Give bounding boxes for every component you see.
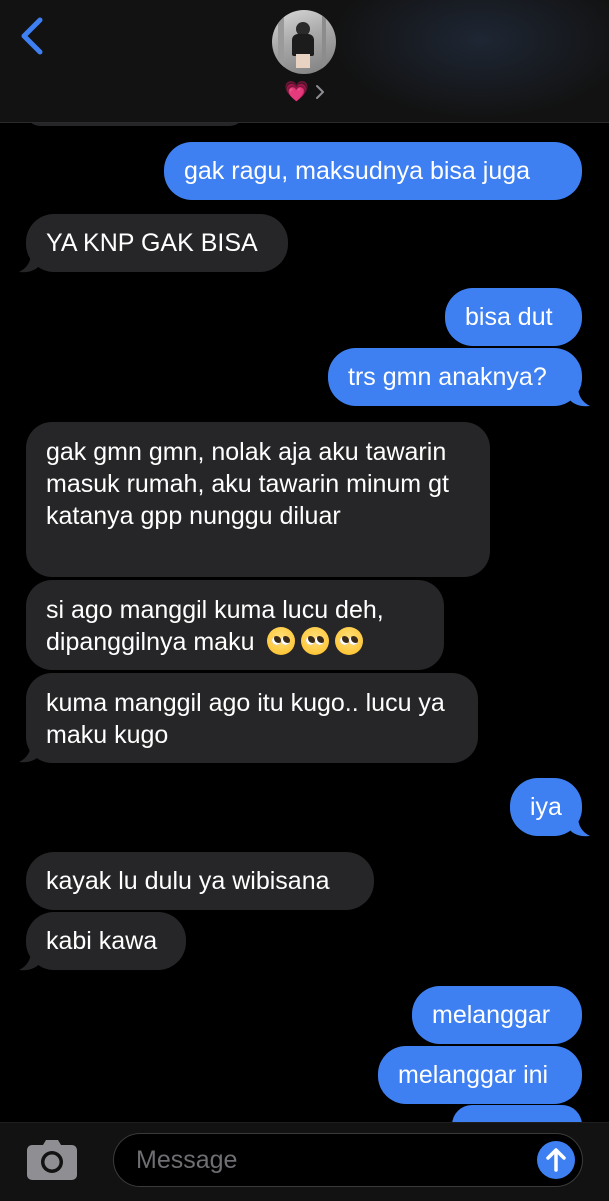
conversation-header: 💗 — [0, 0, 609, 123]
message-bubble-incoming[interactable]: YA KNP GAK BISA — [26, 214, 288, 272]
chevron-left-icon — [21, 17, 43, 55]
camera-icon — [27, 1140, 77, 1180]
message-bubble-outgoing[interactable]: melanggar ini — [378, 1046, 582, 1104]
arrow-up-icon — [546, 1148, 566, 1172]
message-field[interactable] — [113, 1133, 583, 1187]
bubble-tail — [19, 742, 39, 763]
message-text: trs gmn anaknya? — [348, 363, 547, 391]
header-glow — [330, 0, 609, 120]
message-bubble-outgoing[interactable]: bisa dut — [445, 288, 582, 346]
message-bubble-outgoing[interactable]: melanggar — [412, 986, 582, 1044]
message-bubble-outgoing[interactable]: trs gmn anaknya? — [328, 348, 582, 406]
message-bubble-incoming[interactable]: kabi kawa — [26, 912, 186, 970]
message-text: YA KNP GAK BISA — [46, 229, 258, 257]
avatar-photo-detail — [296, 54, 310, 68]
bubble-tail — [570, 816, 590, 837]
message-input[interactable] — [134, 1134, 518, 1187]
avatar-photo-detail — [292, 34, 314, 56]
bubble-tail — [570, 386, 590, 407]
message-bubble-incoming[interactable]: kuma manggil ago itu kugo.. lucu ya maku… — [26, 673, 478, 763]
pleading-face-emoji — [301, 627, 330, 655]
avatar-photo-detail — [278, 10, 284, 74]
composer-bar — [0, 1122, 609, 1201]
chevron-right-icon — [315, 85, 324, 99]
camera-button[interactable] — [26, 1139, 78, 1181]
message-text: melanggar — [432, 1001, 551, 1029]
contact-avatar[interactable] — [272, 10, 336, 74]
message-text: kabi kawa — [46, 927, 158, 955]
pleading-face-emoji — [267, 627, 296, 655]
message-text: melanggar ini — [398, 1061, 549, 1089]
avatar-photo-detail — [322, 10, 326, 74]
bubble-tail — [19, 950, 39, 971]
message-text: gak gmn gmn, nolak aja aku tawarin masuk… — [46, 438, 449, 530]
back-button[interactable] — [18, 16, 48, 56]
heart-emoji: 💗 — [284, 81, 309, 103]
message-bubble-incoming[interactable]: gak gmn gmn, nolak aja aku tawarin masuk… — [26, 422, 490, 577]
message-bubble-incoming[interactable]: si ago manggil kuma lucu deh, dipanggiln… — [26, 580, 444, 670]
message-text: gak ragu, maksudnya bisa juga — [184, 157, 531, 185]
message-text: kayak lu dulu ya wibisana — [46, 867, 330, 895]
pleading-face-emoji — [335, 627, 364, 655]
bubble-tail — [19, 252, 39, 273]
message-text: iya — [530, 793, 562, 821]
message-bubble-outgoing[interactable]: gak ragu, maksudnya bisa juga — [164, 142, 582, 200]
contact-name[interactable]: 💗 — [284, 80, 325, 104]
message-text: kuma manggil ago itu kugo.. lucu ya maku… — [46, 689, 445, 749]
send-button[interactable] — [537, 1141, 575, 1179]
message-bubble-incoming[interactable]: kayak lu dulu ya wibisana — [26, 852, 374, 910]
message-text: si ago manggil kuma lucu deh, dipanggiln… — [46, 596, 384, 656]
message-text: bisa dut — [465, 303, 553, 331]
